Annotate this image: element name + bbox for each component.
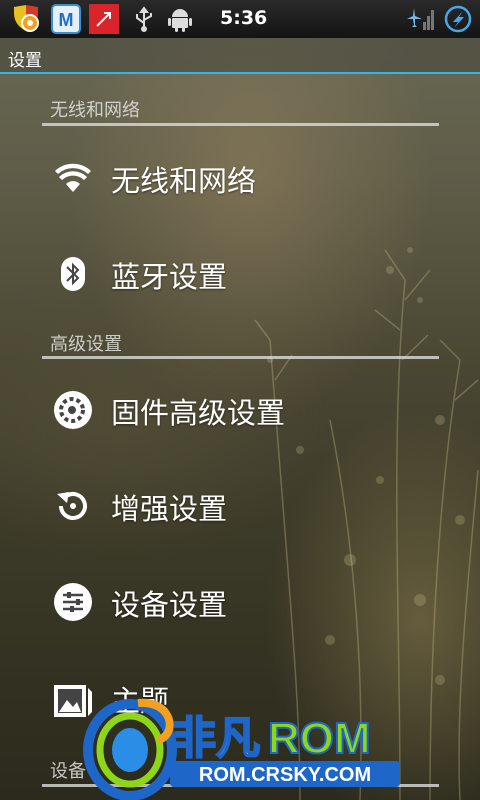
section-divider [42, 356, 439, 359]
menu-item-firmware-advanced[interactable]: 固件高级设置 [0, 364, 480, 456]
menu-item-label: 设备设置 [111, 588, 228, 622]
watermark-url: ROM.CRSKY.COM [199, 764, 371, 786]
sync-icon [442, 3, 474, 35]
airplane-signal-icon [404, 3, 436, 35]
m-app-icon: M [50, 3, 82, 35]
red-arrow-app-icon [88, 3, 120, 35]
menu-item-enhance[interactable]: 增强设置 [0, 460, 480, 552]
svg-text:M: M [59, 10, 74, 30]
page-title: 设置 [8, 51, 42, 71]
watermark-brand-cn: 非凡 [172, 713, 260, 764]
menu-item-label: 增强设置 [111, 492, 228, 526]
shield-gear-icon [10, 3, 42, 35]
enhance-icon [52, 485, 94, 527]
section-header-wireless: 无线和网络 [50, 100, 140, 121]
wifi-icon [52, 157, 94, 199]
menu-item-label: 固件高级设置 [111, 396, 286, 430]
title-bar: 设置 [0, 38, 480, 74]
status-time: 5:36 [220, 7, 268, 29]
device-settings-icon [52, 581, 94, 623]
bluetooth-icon [52, 253, 94, 295]
section-header-advanced: 高级设置 [50, 334, 122, 355]
section-divider [42, 123, 439, 126]
menu-item-wireless[interactable]: 无线和网络 [0, 132, 480, 224]
android-debug-icon [164, 3, 196, 35]
menu-item-label: 蓝牙设置 [111, 260, 228, 294]
status-bar: M 5:36 [0, 0, 480, 38]
menu-item-device-settings[interactable]: 设备设置 [0, 556, 480, 648]
firmware-gear-icon [52, 389, 94, 431]
watermark-swirl-logo [83, 698, 177, 800]
menu-item-bluetooth[interactable]: 蓝牙设置 [0, 228, 480, 320]
watermark-brand-en: ROM [268, 714, 371, 763]
menu-item-label: 无线和网络 [111, 164, 257, 198]
usb-icon [128, 3, 160, 35]
crsky-rom-watermark: 非凡 ROM ROM.CRSKY.COM [78, 695, 408, 800]
